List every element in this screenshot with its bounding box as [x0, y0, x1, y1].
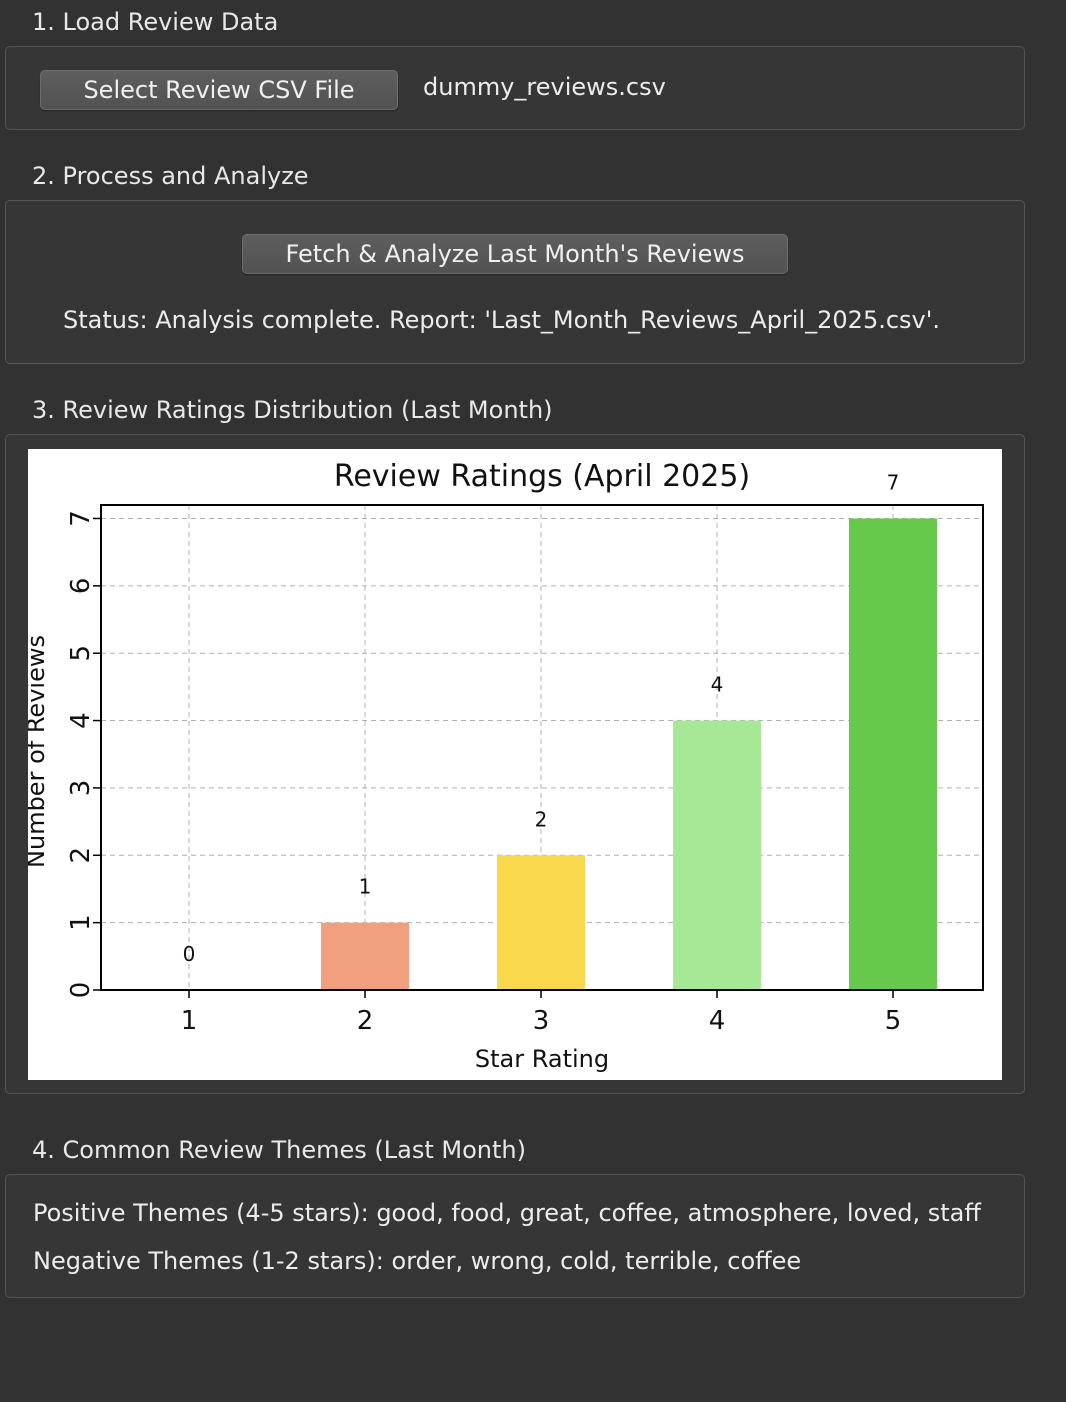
- ratings-chart-svg: 0 1 2 4 7 0 1 2 3 4 5 6 7 1 2 3 4 5 Review Ratings (April …: [22, 459, 984, 1073]
- y-tick-label-3: 3: [66, 780, 96, 797]
- y-tick-label-2: 2: [66, 847, 96, 864]
- load-group: Select Review CSV File dummy_reviews.csv: [5, 46, 1025, 130]
- section-themes-title: 4. Common Review Themes (Last Month): [32, 1136, 526, 1164]
- section-chart-title: 3. Review Ratings Distribution (Last Mon…: [32, 396, 553, 424]
- bar-2: [321, 922, 409, 990]
- selected-file-label: dummy_reviews.csv: [423, 73, 666, 101]
- y-tick-label-7: 7: [66, 510, 96, 527]
- section-process-title: 2. Process and Analyze: [32, 162, 309, 190]
- x-tick-label-1: 1: [181, 1006, 198, 1036]
- x-axis-label: Star Rating: [475, 1045, 609, 1073]
- status-label: Status: Analysis complete. Report: 'Last…: [63, 306, 940, 334]
- y-tick-label-6: 6: [66, 578, 96, 595]
- x-tick-label-2: 2: [357, 1006, 374, 1036]
- ratings-chart: 0 1 2 4 7 0 1 2 3 4 5 6 7 1 2 3 4 5 Review Ratings (April …: [22, 449, 1002, 1080]
- chart-title: Review Ratings (April 2025): [334, 459, 750, 494]
- bar-4: [673, 720, 761, 990]
- bar-label-1: 0: [183, 942, 196, 966]
- positive-themes: Positive Themes (4-5 stars): good, food,…: [33, 1199, 981, 1227]
- bar-label-3: 2: [535, 807, 548, 831]
- select-csv-button[interactable]: Select Review CSV File: [40, 70, 398, 110]
- bar-label-2: 1: [359, 875, 372, 899]
- x-tick-label-3: 3: [533, 1006, 550, 1036]
- bar-5: [849, 518, 937, 990]
- fetch-analyze-button[interactable]: Fetch & Analyze Last Month's Reviews: [242, 234, 788, 274]
- negative-themes: Negative Themes (1-2 stars): order, wron…: [33, 1247, 802, 1275]
- y-tick-label-4: 4: [66, 712, 96, 729]
- y-tick-label-0: 0: [66, 982, 96, 999]
- y-tick-label-1: 1: [66, 914, 96, 931]
- bar-3: [497, 855, 585, 990]
- bar-label-4: 4: [711, 673, 724, 697]
- section-load-title: 1. Load Review Data: [32, 8, 279, 36]
- bar-label-5: 7: [887, 470, 900, 494]
- x-tick-label-5: 5: [885, 1006, 902, 1036]
- x-tick-label-4: 4: [709, 1006, 726, 1036]
- themes-group: Positive Themes (4-5 stars): good, food,…: [5, 1174, 1025, 1298]
- y-axis-label: Number of Reviews: [28, 635, 50, 868]
- y-tick-label-5: 5: [66, 645, 96, 662]
- process-group: Fetch & Analyze Last Month's Reviews Sta…: [5, 200, 1025, 364]
